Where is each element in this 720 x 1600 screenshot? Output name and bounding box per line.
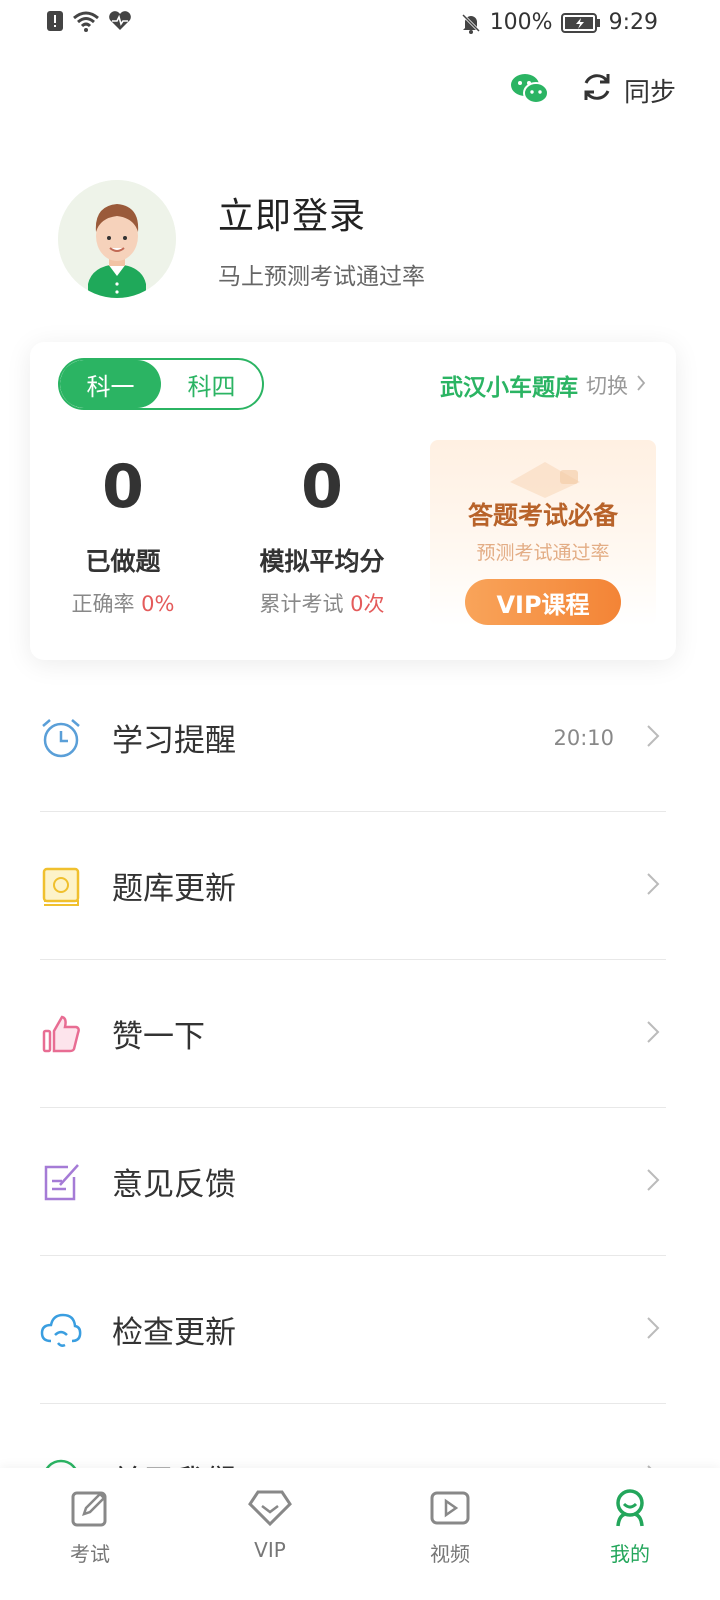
average-score: 0 <box>301 452 343 522</box>
tab-label: 视频 <box>430 1542 470 1566</box>
profile-header[interactable]: 立即登录 马上预测考试通过率 <box>58 180 425 298</box>
chevron-right-icon <box>636 374 646 396</box>
study-stats-card: 科一 科四 武汉小车题库 切换 0 已做题 正确率 0% 0 模拟平均分 累计考… <box>30 342 676 660</box>
menu-item-check-update[interactable]: 检查更新 <box>40 1256 666 1404</box>
sync-icon <box>580 70 614 111</box>
answered-label: 已做题 <box>85 547 161 576</box>
chevron-right-icon <box>646 1168 660 1196</box>
alert-icon <box>46 10 64 32</box>
segment-subject-four[interactable]: 科四 <box>161 360 262 408</box>
chevron-right-icon <box>646 872 660 900</box>
person-icon <box>610 1488 650 1532</box>
mute-bell-icon <box>460 12 482 34</box>
bottom-tab-bar: 考试 VIP 视频 我的 <box>0 1468 720 1600</box>
play-icon <box>429 1488 471 1532</box>
menu-item-feedback[interactable]: 意见反馈 <box>40 1108 666 1256</box>
sync-button[interactable]: 同步 <box>580 70 676 111</box>
tab-vip[interactable]: VIP <box>180 1468 360 1600</box>
sync-label: 同步 <box>623 78 676 108</box>
edit-icon <box>70 1488 110 1532</box>
clock-time: 9:29 <box>608 10 658 35</box>
cloud-refresh-icon <box>40 1309 82 1351</box>
chevron-right-icon <box>646 724 660 752</box>
subject-segmented-control[interactable]: 科一 科四 <box>58 358 264 410</box>
menu-label: 题库更新 <box>112 871 236 907</box>
tab-video[interactable]: 视频 <box>360 1468 540 1600</box>
menu-item-like[interactable]: 赞一下 <box>40 960 666 1108</box>
exam-count: 累计考试 0次 <box>259 592 385 616</box>
accuracy-rate: 正确率 0% <box>71 592 175 616</box>
diamond-icon <box>248 1488 292 1532</box>
question-bank-name[interactable]: 武汉小车题库 <box>440 368 578 402</box>
top-actions: 同步 <box>510 70 676 111</box>
tab-exam[interactable]: 考试 <box>0 1468 180 1600</box>
login-subtitle: 马上预测考试通过率 <box>218 264 425 290</box>
answered-questions-stat[interactable]: 0 已做题 正确率 0% <box>38 452 208 618</box>
menu-item-study-reminder[interactable]: 学习提醒 20:10 <box>40 664 666 812</box>
menu-label: 学习提醒 <box>112 723 236 759</box>
login-title[interactable]: 立即登录 <box>218 187 425 239</box>
question-bank-switcher[interactable]: 武汉小车题库 切换 <box>440 368 646 402</box>
average-score-label: 模拟平均分 <box>259 547 385 576</box>
battery-percent: 100% <box>489 10 553 35</box>
vip-promo-banner[interactable]: 答题考试必备 预测考试通过率 VIP课程 <box>430 440 656 626</box>
feedback-edit-icon <box>40 1161 82 1203</box>
answered-count: 0 <box>102 452 144 522</box>
alarm-clock-icon <box>40 717 82 759</box>
chevron-right-icon <box>646 1316 660 1344</box>
mock-average-score-stat[interactable]: 0 模拟平均分 累计考试 0次 <box>232 452 412 618</box>
book-update-icon <box>40 865 82 907</box>
menu-label: 检查更新 <box>112 1315 236 1351</box>
wifi-icon <box>72 10 100 32</box>
reminder-time: 20:10 <box>553 725 614 750</box>
settings-menu: 学习提醒 20:10 题库更新 赞一下 意见反馈 检查更新 关于我们 <box>40 664 666 1552</box>
chevron-right-icon <box>646 1020 660 1048</box>
promo-subtitle: 预测考试通过率 <box>476 542 610 564</box>
thumbs-up-icon <box>40 1013 82 1055</box>
wechat-icon[interactable] <box>510 72 550 110</box>
tab-label: VIP <box>254 1538 286 1562</box>
switch-label[interactable]: 切换 <box>586 370 628 400</box>
avatar[interactable] <box>58 180 176 298</box>
menu-label: 意见反馈 <box>112 1167 236 1203</box>
tab-label: 考试 <box>70 1542 110 1566</box>
tab-mine[interactable]: 我的 <box>540 1468 720 1600</box>
graduation-cap-icon <box>510 462 580 498</box>
menu-label: 赞一下 <box>112 1019 205 1055</box>
battery-icon <box>560 12 601 34</box>
status-bar: 100% 9:29 <box>0 0 720 48</box>
vip-course-button[interactable]: VIP课程 <box>465 579 621 625</box>
segment-subject-one[interactable]: 科一 <box>60 360 161 408</box>
menu-item-question-bank-update[interactable]: 题库更新 <box>40 812 666 960</box>
tab-label: 我的 <box>610 1542 650 1566</box>
heart-monitor-icon <box>108 10 132 32</box>
